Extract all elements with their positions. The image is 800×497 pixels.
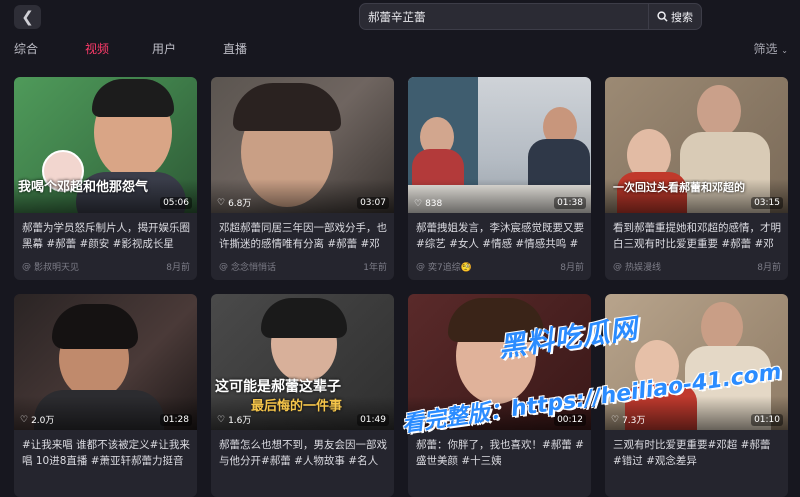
video-thumbnail: 一次回过头看郝蕾和邓超的 03:15 bbox=[605, 77, 788, 213]
at-icon: @ bbox=[22, 261, 31, 272]
video-thumbnail: 我喝个邓超和他那怨气 05:06 bbox=[14, 77, 197, 213]
tab-users[interactable]: 用户 bbox=[152, 40, 176, 57]
video-title: 三观有时比爱更重要#邓超 #郝蕾 #错过 #观念差异 bbox=[613, 439, 771, 467]
heart-icon: ♡ bbox=[20, 414, 29, 425]
author-name: 念念悄悄话 bbox=[231, 263, 277, 273]
likes-count: 1.6万 bbox=[228, 416, 252, 426]
video-likes: ♡ 1.6万 bbox=[217, 413, 252, 427]
video-card[interactable]: 这可能是郝蕾这辈子 最后悔的一件事 ♡ 1.6万 01:49 郝蕾怎么也想不到，男… bbox=[211, 294, 394, 497]
chevron-left-icon: ❮ bbox=[21, 8, 34, 26]
video-title: 邓超郝蕾同居三年因一部戏分手，也许撕迷的感情唯有分离 #郝蕾 #邓超... bbox=[219, 222, 387, 250]
video-card[interactable]: ♡ 838 01:38 郝蕾拽姐发言，李沐宸感觉既要又要 #综艺 #女人 #情感 … bbox=[408, 77, 591, 280]
filter-tabs: 综合 视频 用户 直播 筛选 ⌄ bbox=[0, 40, 800, 60]
video-author: @ 念念悄悄话 bbox=[219, 260, 277, 274]
heart-icon: ♡ bbox=[611, 414, 620, 425]
video-likes: ♡ 7.3万 bbox=[611, 413, 646, 427]
author-name: 奕7追综🧐 bbox=[428, 263, 472, 273]
heart-icon: ♡ bbox=[414, 199, 423, 209]
video-title: 郝蕾拽姐发言，李沐宸感觉既要又要 #综艺 #女人 #情感 #情感共鸣 #娱... bbox=[416, 222, 584, 250]
heart-icon: ♡ bbox=[217, 414, 226, 425]
likes-count: 2.0万 bbox=[31, 416, 55, 426]
video-caption: 这可能是郝蕾这辈子 bbox=[215, 379, 341, 395]
video-likes: ♡ 2.0万 bbox=[20, 413, 55, 427]
search-button-label: 搜索 bbox=[671, 10, 693, 24]
likes-count: 6.8万 bbox=[228, 199, 252, 209]
filter-button[interactable]: 筛选 ⌄ bbox=[753, 40, 788, 57]
chevron-down-icon: ⌄ bbox=[781, 46, 788, 55]
video-author: @ 影叔明天见 bbox=[22, 260, 80, 274]
video-thumbnail: ♡ 838 01:38 bbox=[408, 77, 591, 213]
video-duration: 01:38 bbox=[554, 197, 586, 209]
tab-live[interactable]: 直播 bbox=[223, 40, 247, 57]
video-duration: 01:10 bbox=[751, 414, 783, 426]
video-age: 8月前 bbox=[560, 263, 584, 273]
video-author: @ 奕7追综🧐 bbox=[416, 260, 472, 274]
video-duration: 05:06 bbox=[160, 197, 192, 209]
video-card[interactable]: ♡ 2.0万 01:28 #让我来唱 谁都不该被定义#让我来唱 10进8直播 #萧… bbox=[14, 294, 197, 497]
video-title: #让我来唱 谁都不该被定义#让我来唱 10进8直播 #萧亚轩郝蕾力挺音综关乎..… bbox=[22, 439, 190, 467]
video-thumbnail: ♡ 2.0万 01:28 bbox=[14, 294, 197, 430]
video-likes: ♡ 6.8万 bbox=[217, 196, 252, 210]
heart-icon: ♡ bbox=[217, 197, 226, 208]
at-icon: @ bbox=[219, 261, 228, 272]
likes-count: 7.3万 bbox=[622, 416, 646, 426]
filter-label: 筛选 bbox=[753, 42, 778, 56]
video-duration: 01:28 bbox=[160, 414, 192, 426]
likes-count: 838 bbox=[425, 199, 443, 209]
video-duration: 03:07 bbox=[357, 197, 389, 209]
video-thumbnail: ♡ 6.8万 03:07 bbox=[211, 77, 394, 213]
at-icon: @ bbox=[613, 261, 622, 272]
video-likes: ♡ 838 bbox=[414, 199, 442, 209]
video-age: 1年前 bbox=[363, 263, 387, 273]
search-icon bbox=[657, 11, 668, 22]
at-icon: @ bbox=[416, 261, 425, 272]
tab-all[interactable]: 综合 bbox=[14, 40, 38, 57]
video-thumbnail: 这可能是郝蕾这辈子 最后悔的一件事 ♡ 1.6万 01:49 bbox=[211, 294, 394, 430]
video-title: 看到郝蕾重提她和邓超的感情，才明白三观有时比爱更重要 #郝蕾 #邓超... bbox=[613, 222, 781, 250]
video-title: 郝蕾为学员怒斥制片人，揭开娱乐圈黑幕 #郝蕾 #颜安 #影视成长星计... bbox=[22, 222, 190, 250]
tab-videos[interactable]: 视频 bbox=[85, 40, 109, 57]
video-title: 郝蕾怎么也想不到，男友会因一部戏与他分开#郝蕾 #人物故事 #名人故事 bbox=[219, 439, 387, 467]
video-card[interactable]: 一次回过头看郝蕾和邓超的 03:15 看到郝蕾重提她和邓超的感情，才明白三观有时… bbox=[605, 77, 788, 280]
search-input[interactable] bbox=[360, 3, 648, 30]
video-duration: 01:49 bbox=[357, 414, 389, 426]
video-author: @ 热娱漫线 bbox=[613, 260, 662, 274]
video-card[interactable]: 我喝个邓超和他那怨气 05:06 郝蕾为学员怒斥制片人，揭开娱乐圈黑幕 #郝蕾 … bbox=[14, 77, 197, 280]
video-caption: 一次回过头看郝蕾和邓超的 bbox=[613, 181, 745, 194]
video-duration: 03:15 bbox=[751, 197, 783, 209]
video-caption-line2: 最后悔的一件事 bbox=[251, 399, 343, 414]
video-age: 8月前 bbox=[757, 263, 781, 273]
search-bar: 搜索 bbox=[359, 3, 702, 30]
video-age: 8月前 bbox=[166, 263, 190, 273]
video-card[interactable]: ♡ 6.8万 03:07 邓超郝蕾同居三年因一部戏分手，也许撕迷的感情唯有分离 #… bbox=[211, 77, 394, 280]
author-name: 影叔明天见 bbox=[34, 263, 80, 273]
search-button[interactable]: 搜索 bbox=[648, 4, 701, 29]
back-button[interactable]: ❮ bbox=[14, 5, 41, 29]
video-caption: 我喝个邓超和他那怨气 bbox=[18, 180, 149, 195]
author-name: 热娱漫线 bbox=[625, 263, 662, 273]
video-title: 郝蕾：你胖了，我也喜欢！#郝蕾 #盛世美颜 #十三姨 bbox=[416, 439, 584, 467]
